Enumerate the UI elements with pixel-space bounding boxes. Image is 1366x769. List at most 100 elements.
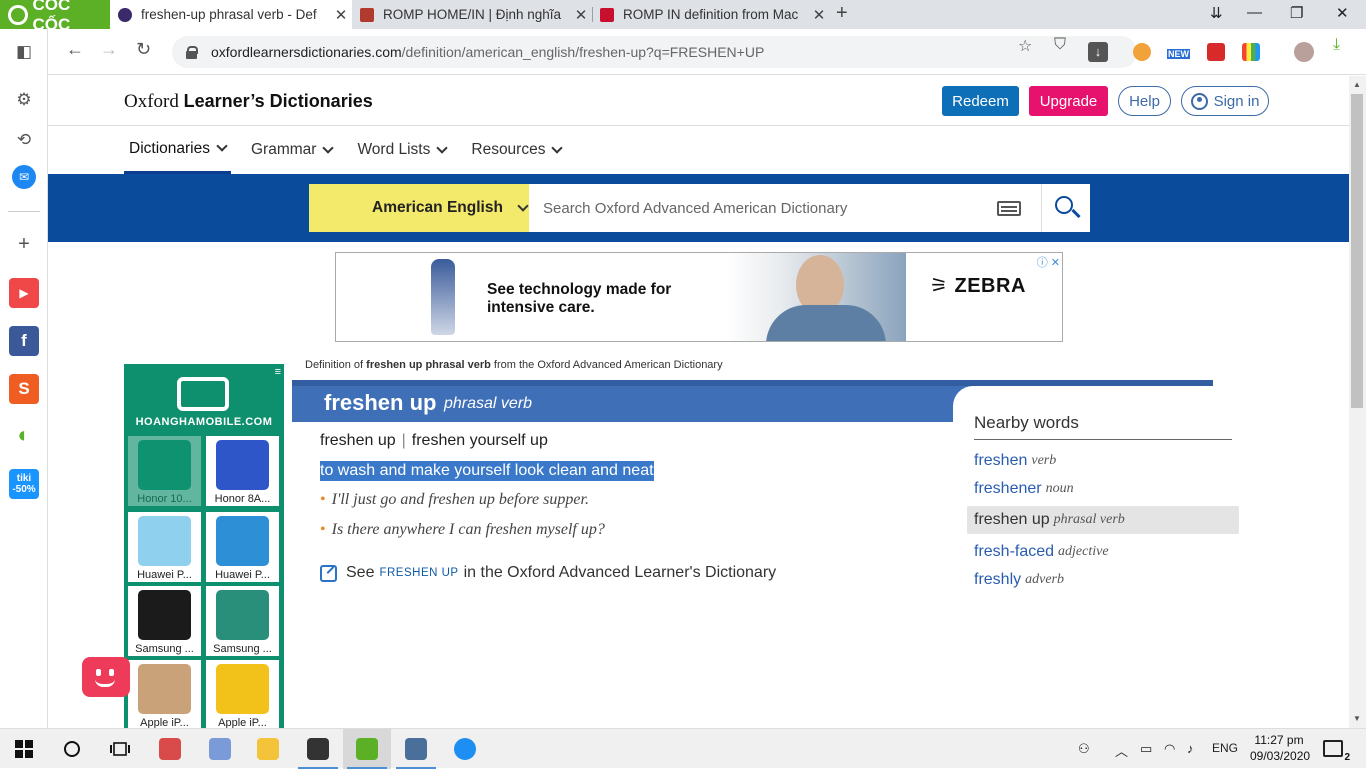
reload-button[interactable]: ↻ bbox=[136, 39, 151, 60]
upgrade-button[interactable]: Upgrade bbox=[1029, 86, 1108, 116]
chevron-down-icon bbox=[517, 200, 529, 212]
taskbar-app-terminal[interactable] bbox=[294, 729, 342, 769]
add-icon[interactable]: + bbox=[9, 229, 39, 259]
site-logo[interactable]: Oxford Learner’s Dictionaries bbox=[124, 91, 373, 113]
extension-red-icon[interactable] bbox=[1207, 43, 1225, 61]
download-page-icon[interactable]: ↓ bbox=[1088, 42, 1108, 62]
taskbar-app-explorer[interactable] bbox=[244, 729, 292, 769]
see-prefix: See bbox=[346, 564, 375, 581]
url-host: oxfordlearnersdictionaries.com bbox=[211, 44, 402, 60]
facebook-icon[interactable]: f bbox=[9, 326, 39, 356]
shopee-icon[interactable]: S bbox=[9, 374, 39, 404]
close-tab-icon[interactable]: ✕ bbox=[330, 6, 352, 24]
coccoc-logo-icon bbox=[8, 4, 28, 25]
forward-button[interactable]: → bbox=[100, 39, 118, 60]
close-window-button[interactable]: ✕ bbox=[1336, 4, 1349, 22]
coccoc-brand-button[interactable]: CỐC CỐC bbox=[0, 0, 110, 34]
windows-start-icon[interactable] bbox=[12, 737, 36, 761]
phone-product-tile[interactable]: Samsung ... bbox=[128, 586, 201, 656]
phone-product-tile[interactable]: Huawei P... bbox=[206, 512, 279, 582]
nav-word-lists[interactable]: Word Lists bbox=[352, 126, 451, 174]
nearby-word-freshener[interactable]: freshener noun bbox=[967, 475, 1239, 503]
battery-icon[interactable]: ▭ bbox=[1140, 741, 1152, 757]
taskbar-app-coccoc[interactable] bbox=[343, 729, 391, 769]
messenger-icon[interactable]: ✉ bbox=[12, 165, 36, 189]
phone-product-tile[interactable]: Honor 10... bbox=[128, 436, 201, 506]
nearby-word-freshen-up[interactable]: freshen up phrasal verb bbox=[967, 506, 1239, 534]
taskbar-app-paint[interactable] bbox=[146, 729, 194, 769]
tab-romp-in[interactable]: ROMP IN definition from Mac ✕ bbox=[592, 0, 830, 29]
nearby-word-freshly[interactable]: freshly adverb bbox=[967, 566, 1239, 594]
profile-avatar[interactable] bbox=[1294, 42, 1314, 62]
task-view-icon[interactable] bbox=[108, 737, 132, 761]
phone-product-tile[interactable]: Samsung ... bbox=[206, 586, 279, 656]
tray-chevron-up-icon[interactable]: ︿ bbox=[1115, 741, 1128, 760]
language-indicator[interactable]: ENG bbox=[1212, 741, 1238, 755]
nav-resources[interactable]: Resources bbox=[466, 126, 566, 174]
phone-image bbox=[138, 664, 191, 714]
extension-chrome-icon[interactable] bbox=[1133, 43, 1151, 61]
volume-icon[interactable]: ♪ bbox=[1187, 741, 1194, 756]
nearby-word-freshen[interactable]: freshen verb bbox=[967, 447, 1239, 475]
phone-product-tile[interactable]: Apple iP... bbox=[206, 660, 279, 728]
new-tab-button[interactable]: + bbox=[836, 2, 848, 25]
taskbar-app-snipping-icon bbox=[209, 738, 231, 760]
phone-product-tile[interactable]: Huawei P... bbox=[128, 512, 201, 582]
main-nav: Dictionaries Grammar Word Lists Resource… bbox=[124, 126, 581, 174]
address-bar[interactable]: oxfordlearnersdictionaries.com/definitio… bbox=[172, 36, 1137, 68]
redeem-button[interactable]: Redeem bbox=[942, 86, 1019, 116]
scroll-up-icon[interactable]: ▲ bbox=[1353, 80, 1361, 89]
extension-colors-icon[interactable] bbox=[1242, 43, 1260, 61]
sign-in-button[interactable]: Sign in bbox=[1181, 86, 1269, 116]
shield-icon[interactable]: ⛉ bbox=[1054, 36, 1066, 54]
minimize-button[interactable]: — bbox=[1247, 4, 1262, 21]
maximize-button[interactable]: ❐ bbox=[1290, 4, 1303, 22]
extension-new-icon[interactable]: NEW bbox=[1167, 43, 1191, 61]
search-button[interactable] bbox=[1041, 184, 1090, 232]
feedback-widget-button[interactable] bbox=[82, 657, 130, 697]
tab-freshen-up[interactable]: freshen-up phrasal verb - Def ✕ bbox=[110, 0, 352, 29]
phone-label: Samsung ... bbox=[135, 643, 194, 655]
phone-product-tile[interactable]: Apple iP... bbox=[128, 660, 201, 728]
coccoc-app-icon[interactable]: ◐ bbox=[9, 420, 39, 450]
scrollbar-thumb[interactable] bbox=[1351, 94, 1363, 408]
nav-dictionaries[interactable]: Dictionaries bbox=[124, 126, 231, 174]
wifi-icon[interactable]: ◠ bbox=[1164, 741, 1175, 757]
keyboard-icon[interactable] bbox=[997, 201, 1021, 216]
taskbar-app-zalo[interactable] bbox=[441, 729, 489, 769]
side-ad[interactable]: ≡ HOANGHAMOBILE.COM Honor 10... Honor 8A.… bbox=[124, 364, 284, 728]
phone-product-tile[interactable]: Honor 8A... bbox=[206, 436, 279, 506]
action-center-icon[interactable]: 2 bbox=[1323, 740, 1350, 763]
dictionary-select[interactable]: American English bbox=[309, 184, 529, 232]
youtube-icon[interactable]: ▶ bbox=[9, 278, 39, 308]
smiley-eye bbox=[96, 669, 101, 676]
search-input[interactable] bbox=[529, 184, 1041, 232]
banner-ad[interactable]: See technology made for intensive care. … bbox=[335, 252, 1063, 342]
taskbar-app-snipping[interactable] bbox=[196, 729, 244, 769]
see-also-link[interactable]: See freshen up in the Oxford Advanced Le… bbox=[320, 564, 776, 582]
nearby-word-fresh-faced[interactable]: fresh-faced adjective bbox=[967, 538, 1239, 566]
scroll-down-icon[interactable]: ▼ bbox=[1353, 714, 1361, 723]
help-button[interactable]: Help bbox=[1118, 86, 1171, 116]
panel-toggle-icon[interactable]: ◧ bbox=[9, 37, 39, 67]
nav-grammar[interactable]: Grammar bbox=[246, 126, 337, 174]
history-icon[interactable]: ⟲ bbox=[9, 125, 39, 155]
taskbar-app-tool[interactable] bbox=[392, 729, 440, 769]
page-scrollbar[interactable]: ▲ ▼ bbox=[1349, 76, 1366, 728]
system-clock[interactable]: 11:27 pm 09/03/2020 bbox=[1250, 732, 1310, 764]
downloads-icon[interactable]: ⤓ bbox=[1333, 36, 1340, 54]
back-button[interactable]: ← bbox=[66, 39, 84, 60]
ad-menu-icon[interactable]: ≡ bbox=[275, 366, 281, 378]
bookmark-star-icon[interactable]: ☆ bbox=[1018, 36, 1032, 56]
nearby-words-panel: Nearby words freshen verb freshener noun f… bbox=[953, 386, 1253, 666]
tiki-icon[interactable]: tiki -50% bbox=[9, 469, 39, 499]
search-icon[interactable] bbox=[60, 737, 84, 761]
see-term[interactable]: freshen up bbox=[379, 567, 458, 579]
close-tab-icon[interactable]: ✕ bbox=[808, 6, 830, 24]
close-tab-icon[interactable]: ✕ bbox=[570, 6, 592, 24]
ad-choices-icon[interactable]: ⓘ ✕ bbox=[1037, 254, 1060, 270]
restore-tabs-icon[interactable]: ⇊ bbox=[1210, 4, 1223, 22]
settings-icon[interactable]: ⚙ bbox=[9, 85, 39, 115]
tab-romp-home[interactable]: ROMP HOME/IN | Định nghĩa ✕ bbox=[352, 0, 592, 29]
people-icon[interactable]: ⚇ bbox=[1078, 741, 1090, 757]
